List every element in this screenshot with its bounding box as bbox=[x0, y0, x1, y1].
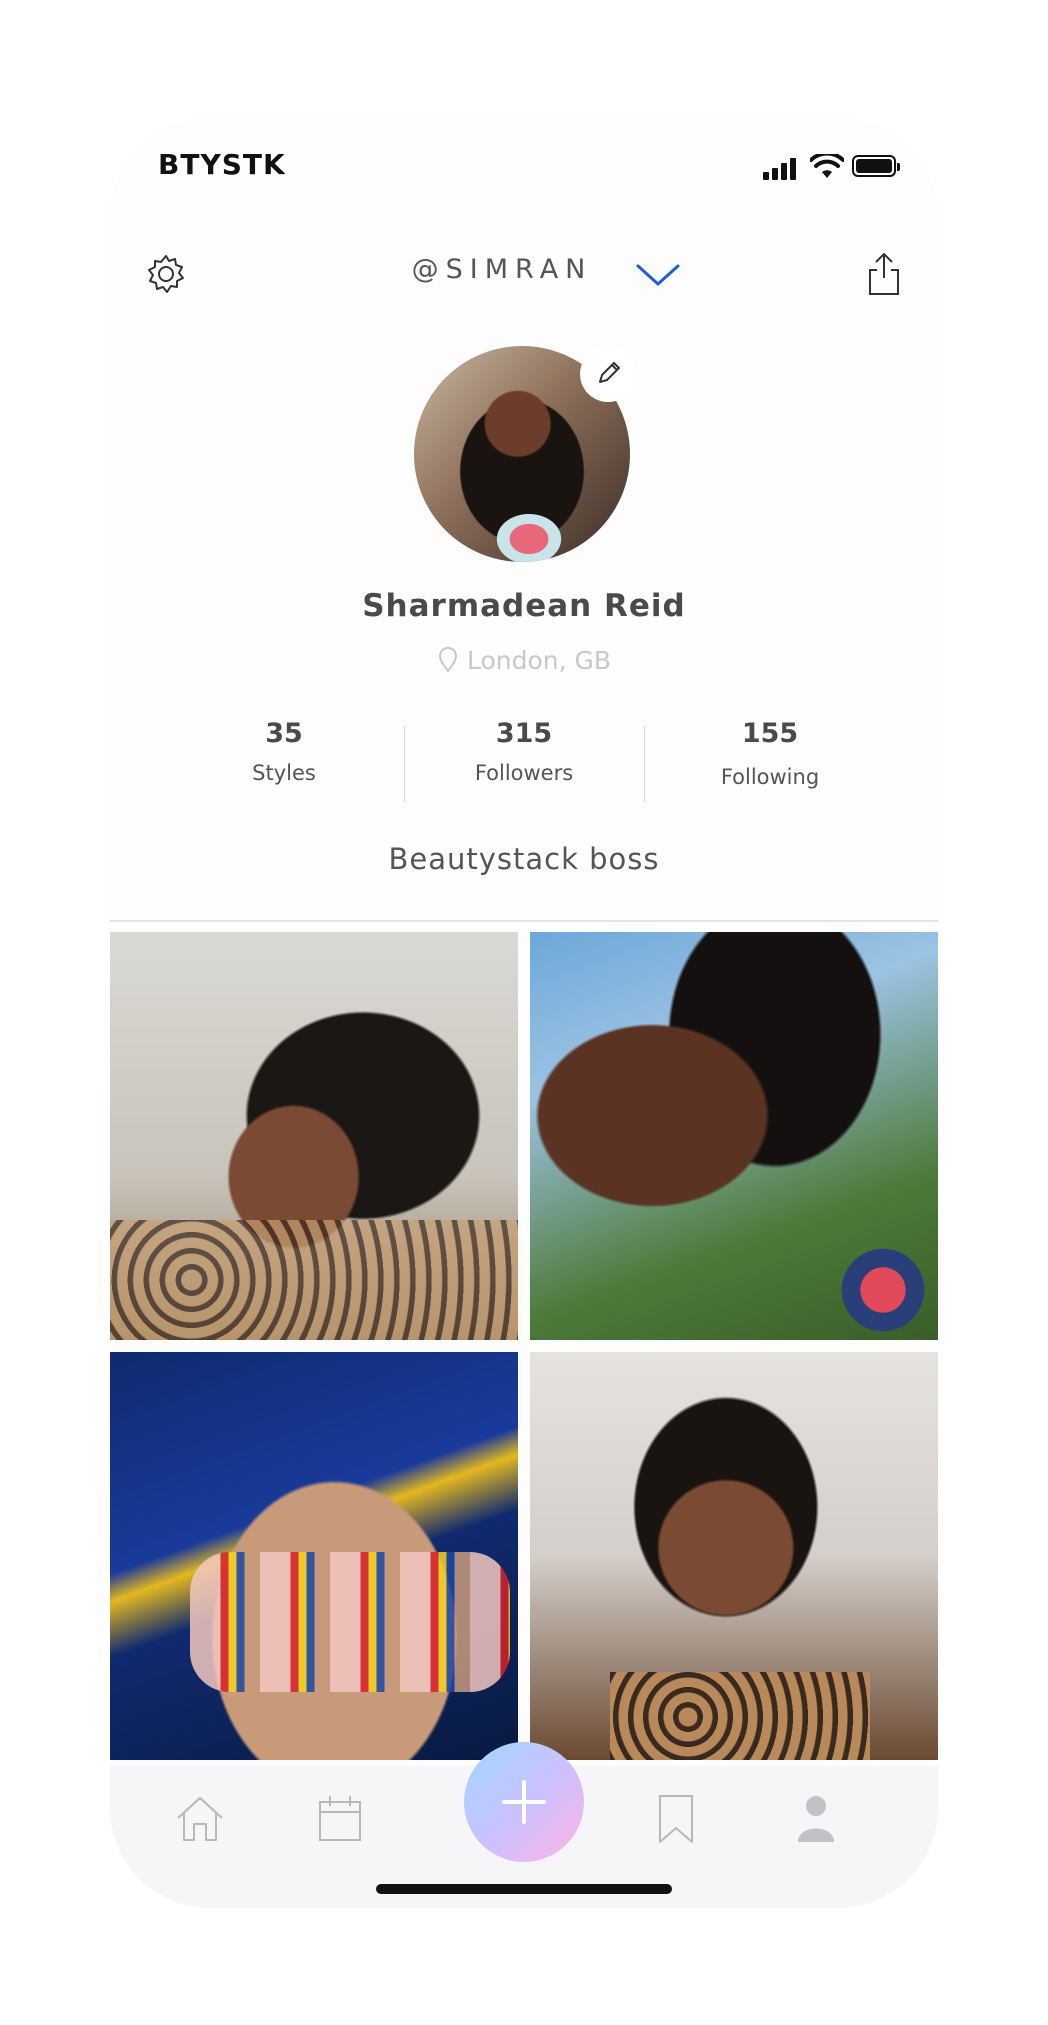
pencil-icon bbox=[599, 362, 620, 383]
stat-value: 155 bbox=[741, 718, 799, 749]
stat-label: Styles bbox=[252, 761, 316, 785]
stat-following[interactable]: 155 Following bbox=[670, 718, 870, 789]
battery-icon bbox=[852, 155, 900, 177]
style-photo-nails[interactable] bbox=[110, 1352, 518, 1760]
style-photo-selfie[interactable] bbox=[530, 1352, 938, 1760]
profile-location: London, GB bbox=[110, 646, 938, 675]
phone-screen: BTYSTK @SIMRAN Sharmadean Reid London, G… bbox=[110, 118, 938, 1908]
stat-value: 315 bbox=[495, 718, 553, 749]
status-bar: BTYSTK bbox=[110, 118, 938, 218]
calendar-icon[interactable] bbox=[310, 1790, 370, 1846]
stats-row: 35 Styles 315 Followers 155 Following bbox=[110, 718, 938, 798]
stat-styles[interactable]: 35 Styles bbox=[184, 718, 384, 785]
home-icon[interactable] bbox=[170, 1790, 230, 1846]
plus-icon bbox=[502, 1780, 546, 1824]
section-divider bbox=[110, 920, 938, 922]
stat-followers[interactable]: 315 Followers bbox=[424, 718, 624, 785]
stats-divider bbox=[404, 726, 405, 802]
stats-divider bbox=[644, 726, 645, 802]
carrier-label: BTYSTK bbox=[158, 148, 286, 181]
edit-avatar-button[interactable] bbox=[580, 346, 636, 402]
chevron-down-icon[interactable] bbox=[634, 260, 682, 290]
share-icon[interactable] bbox=[864, 250, 904, 298]
bookmark-icon[interactable] bbox=[646, 1790, 706, 1846]
style-photo-braids[interactable] bbox=[110, 932, 518, 1340]
username-dropdown[interactable]: @SIMRAN bbox=[110, 254, 938, 285]
style-photo-bob[interactable] bbox=[530, 932, 938, 1340]
profile-name: Sharmadean Reid bbox=[362, 588, 686, 624]
wifi-icon bbox=[810, 154, 844, 178]
stat-label: Followers bbox=[474, 761, 574, 785]
location-pin-icon bbox=[438, 647, 457, 673]
profile-icon[interactable] bbox=[786, 1790, 846, 1846]
stat-value: 35 bbox=[265, 718, 303, 749]
stat-label: Following bbox=[720, 765, 820, 789]
signal-icon bbox=[763, 156, 803, 180]
location-text: London, GB bbox=[466, 646, 612, 675]
home-indicator[interactable] bbox=[376, 1884, 672, 1894]
add-style-button[interactable] bbox=[464, 1742, 584, 1862]
profile-bio: Beautystack boss bbox=[388, 842, 660, 876]
